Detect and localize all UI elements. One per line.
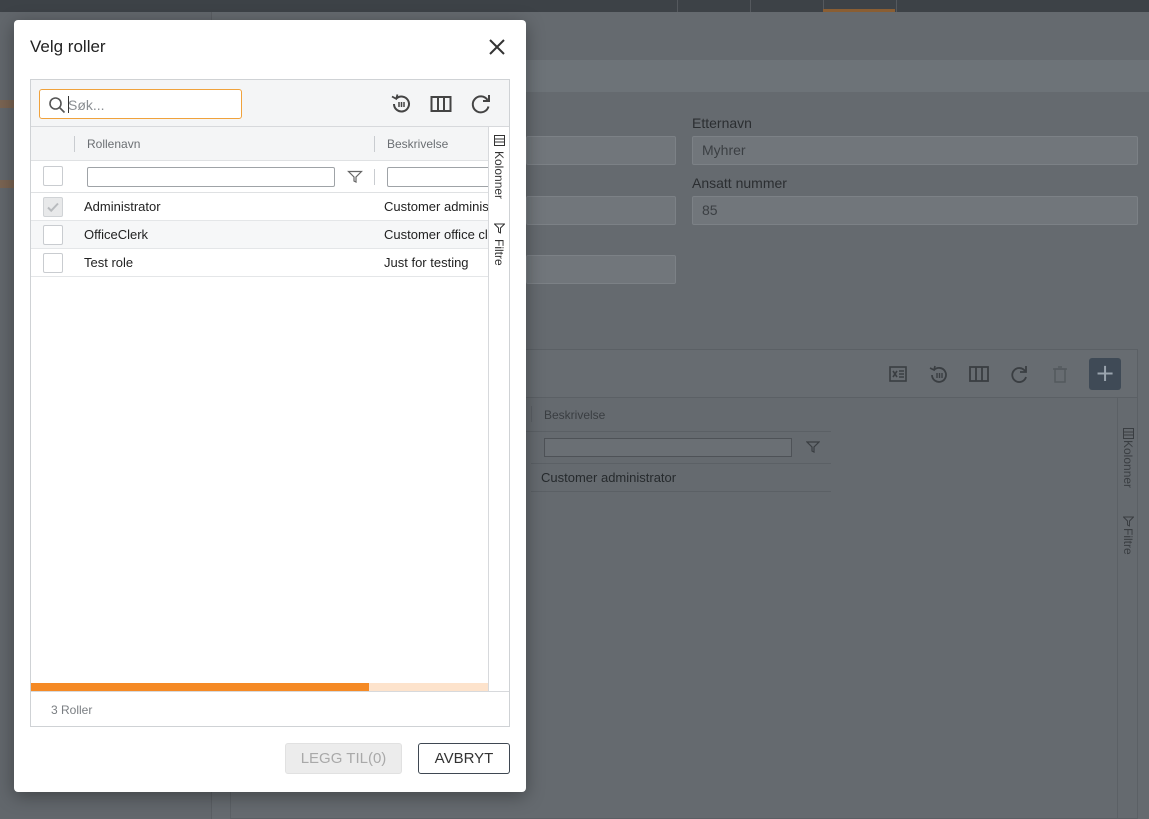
restore-layout-icon[interactable] xyxy=(928,364,950,391)
firstname-field[interactable] xyxy=(526,136,676,165)
column-separator xyxy=(374,169,375,185)
description-cell: Just for testing xyxy=(384,255,469,270)
employee-number-field[interactable]: 85 xyxy=(692,196,1138,225)
description-filter-input[interactable] xyxy=(387,167,488,187)
footer-divider xyxy=(31,691,509,692)
search-box[interactable] xyxy=(39,89,242,119)
add-button[interactable]: LEGG TIL(0) xyxy=(285,743,402,774)
lastname-label: Etternavn xyxy=(692,115,752,131)
active-tab-indicator xyxy=(823,9,895,12)
column-header-role-name[interactable]: Rollenavn xyxy=(87,137,140,151)
columns-icon[interactable] xyxy=(429,92,453,116)
columns-side-tab[interactable]: Kolonner xyxy=(1121,440,1135,488)
form-field[interactable] xyxy=(526,255,676,284)
column-header-description[interactable]: Beskrivelse xyxy=(387,137,448,151)
role-name-cell: Test role xyxy=(84,255,134,270)
table-row[interactable]: OfficeClerk Customer office cl xyxy=(31,221,488,249)
scrollbar-thumb[interactable] xyxy=(31,683,369,691)
dialog-title: Velg roller xyxy=(30,37,106,56)
description-cell: Customer administrator xyxy=(541,470,677,485)
table-row[interactable]: Test role Just for testing xyxy=(31,249,488,277)
horizontal-scrollbar[interactable] xyxy=(31,683,488,691)
role-name-cell: OfficeClerk xyxy=(84,227,149,242)
topbar-divider xyxy=(896,0,897,12)
close-icon[interactable] xyxy=(486,36,508,58)
column-separator xyxy=(374,136,375,152)
row-divider xyxy=(531,463,831,464)
lastname-field[interactable]: Myhrer xyxy=(692,136,1138,165)
filter-icon[interactable] xyxy=(347,169,363,185)
column-header-row: Rollenavn Beskrivelse xyxy=(31,127,488,161)
delete-icon[interactable] xyxy=(1051,364,1069,389)
refresh-icon[interactable] xyxy=(469,92,493,116)
row-divider xyxy=(531,491,831,492)
select-all-checkbox[interactable] xyxy=(43,166,63,186)
grid-toolbar xyxy=(31,80,509,127)
app-topbar xyxy=(0,0,1149,12)
column-separator xyxy=(531,406,532,422)
grid-side-panel: Kolonner Filtre xyxy=(488,127,509,691)
row-checkbox[interactable] xyxy=(43,253,63,273)
cancel-button[interactable]: AVBRYT xyxy=(418,743,510,774)
employee-number-label: Ansatt nummer xyxy=(692,175,787,191)
column-header-description[interactable]: Beskrivelse xyxy=(544,408,605,422)
add-icon[interactable]: + xyxy=(1089,358,1121,390)
description-cell: Customer office cl xyxy=(384,227,488,242)
row-checkbox[interactable] xyxy=(43,225,63,245)
columns-icon[interactable] xyxy=(968,364,990,389)
row-checkbox[interactable] xyxy=(43,197,63,217)
select-roles-dialog: Velg roller Rollenavn Beskrivelse xyxy=(14,20,526,792)
filter-tab-icon xyxy=(494,223,505,234)
checkmark-icon xyxy=(47,202,59,213)
search-input[interactable] xyxy=(68,95,236,114)
role-name-filter-input[interactable] xyxy=(87,167,335,187)
restore-layout-icon[interactable] xyxy=(389,92,413,116)
text-cursor xyxy=(68,96,69,113)
search-icon xyxy=(49,97,66,114)
filter-row xyxy=(31,161,488,193)
table-row[interactable]: Administrator Customer adminis xyxy=(31,193,488,221)
columns-tab-icon xyxy=(494,135,505,146)
roles-grid: Rollenavn Beskrivelse Administrator Cust… xyxy=(30,79,510,727)
refresh-icon[interactable] xyxy=(1008,364,1030,391)
filters-side-tab[interactable]: Filtre xyxy=(492,239,506,266)
excel-export-icon[interactable] xyxy=(888,364,908,389)
columns-side-tab[interactable]: Kolonner xyxy=(492,151,506,199)
description-cell: Customer adminis xyxy=(384,199,488,214)
filter-icon[interactable] xyxy=(805,439,821,459)
row-count-label: 3 Roller xyxy=(51,703,93,717)
topbar-divider xyxy=(677,0,678,12)
filters-side-tab[interactable]: Filtre xyxy=(1121,528,1135,555)
side-panel-divider xyxy=(1117,398,1118,818)
role-rows: Administrator Customer adminis OfficeCle… xyxy=(31,193,488,277)
topbar-divider xyxy=(750,0,751,12)
form-field[interactable] xyxy=(526,196,676,225)
column-separator xyxy=(74,136,75,152)
description-filter-input[interactable] xyxy=(544,438,792,457)
role-name-cell: Administrator xyxy=(84,199,161,214)
